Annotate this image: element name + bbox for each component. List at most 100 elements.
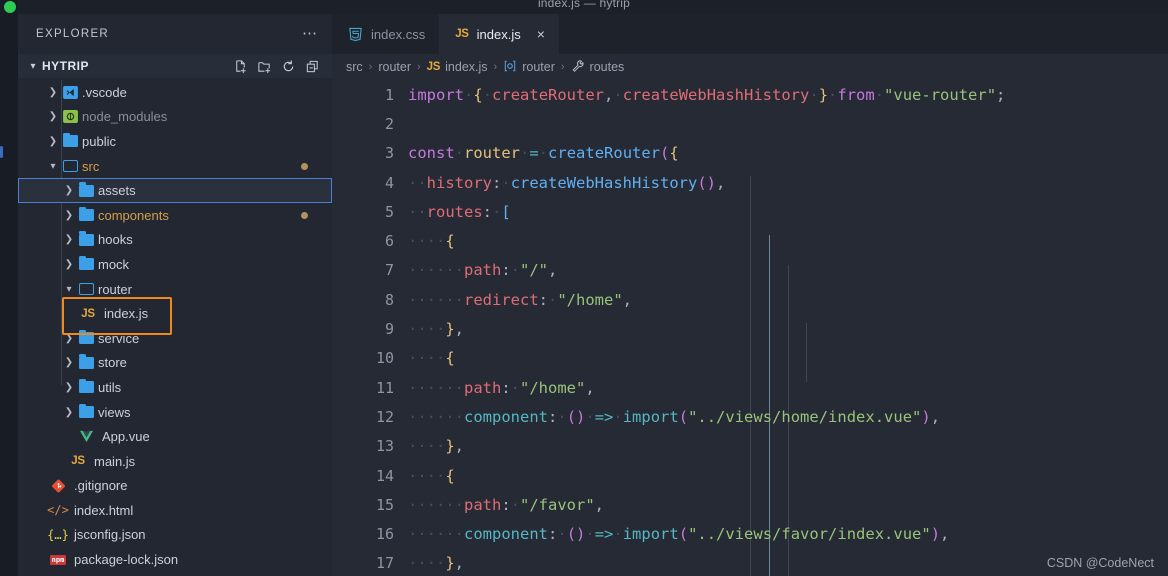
chevron-right-icon: › — [493, 61, 498, 73]
chevron-down-icon[interactable]: ▾ — [46, 161, 60, 172]
chevron-right-icon[interactable]: ❯ — [46, 136, 60, 147]
project-root-row[interactable]: ▾ HYTRIP — [18, 54, 332, 78]
tree-item-mock[interactable]: ❯ mock — [18, 252, 332, 277]
tree-item-service[interactable]: ❯ service — [18, 326, 332, 351]
code-editor[interactable]: 1 import·{·createRouter,·createWebHashHi… — [332, 80, 1168, 576]
tree-item-hooks[interactable]: ❯ hooks — [18, 228, 332, 253]
line-content: ······path:·"/favor", — [408, 495, 605, 514]
code-line: 10 ····{ — [332, 344, 1168, 373]
tree-item-index-js[interactable]: JS index.js — [18, 301, 332, 326]
tree-item-index-html[interactable]: </> index.html — [18, 498, 332, 523]
breadcrumb-item-src[interactable]: src — [346, 60, 363, 74]
chevron-right-icon[interactable]: ❯ — [62, 357, 76, 368]
tree-item-utils[interactable]: ❯ utils — [18, 375, 332, 400]
folder-icon — [76, 255, 96, 271]
chevron-right-icon[interactable]: ❯ — [62, 185, 76, 196]
property-symbol-icon — [571, 59, 585, 76]
tree-item-jsconfig-json[interactable]: {…} jsconfig.json — [18, 523, 332, 548]
chevron-right-icon: › — [368, 61, 373, 73]
editor-area: index.css JS index.js × src › router › J… — [332, 14, 1168, 576]
line-number: 13 — [375, 437, 394, 456]
line-content: ····{ — [408, 466, 455, 485]
tree-item-label: index.html — [74, 502, 134, 518]
chevron-down-icon[interactable]: ▾ — [62, 284, 76, 295]
chevron-down-icon[interactable]: ▾ — [24, 61, 42, 72]
watermark: CSDN @CodeNect — [1046, 556, 1154, 570]
breadcrumb: src › router › JS index.js › router › ro… — [332, 54, 1168, 80]
chevron-right-icon[interactable]: ❯ — [62, 234, 76, 245]
line-number: 14 — [375, 466, 394, 485]
line-number: 3 — [384, 144, 394, 163]
chevron-right-icon[interactable]: ❯ — [62, 333, 76, 344]
tree-item-views[interactable]: ❯ views — [18, 400, 332, 425]
tree-item-gitignore[interactable]: .gitignore — [18, 474, 332, 499]
tree-item-label: .vscode — [82, 84, 127, 100]
breadcrumb-item-index-js[interactable]: JS index.js — [427, 60, 488, 74]
chevron-right-icon[interactable]: ❯ — [46, 87, 60, 98]
tab-index-css[interactable]: index.css — [332, 14, 439, 54]
breadcrumb-item-symbol-routes[interactable]: routes — [571, 59, 625, 76]
activity-bar[interactable] — [0, 0, 18, 576]
line-number: 16 — [375, 525, 394, 544]
tree-item-public[interactable]: ❯ public — [18, 129, 332, 154]
tree-item-label: jsconfig.json — [74, 527, 146, 543]
vue-file-icon — [76, 430, 96, 443]
css-file-icon — [348, 27, 363, 42]
breadcrumb-item-router[interactable]: router — [378, 60, 411, 74]
tree-item-label: views — [98, 404, 131, 420]
tab-index-js[interactable]: JS index.js × — [439, 14, 559, 54]
chevron-right-icon[interactable]: ❯ — [46, 111, 60, 122]
tree-item-node-modules[interactable]: ❯ node_modules — [18, 105, 332, 130]
tree-item-label: components — [98, 207, 169, 223]
variable-symbol-icon — [503, 59, 517, 76]
file-tree[interactable]: ❯ .vscode ❯ node_modules ❯ public ▾ src … — [18, 78, 332, 576]
tree-item-label: store — [98, 355, 127, 371]
code-line: 5 ··routes:·[ — [332, 197, 1168, 226]
line-number: 9 — [384, 320, 394, 339]
tree-item-src[interactable]: ▾ src — [18, 154, 332, 179]
code-line: 8 ······redirect:·"/home", — [332, 285, 1168, 314]
tree-item-components[interactable]: ❯ components — [18, 203, 332, 228]
new-folder-icon[interactable] — [257, 59, 272, 74]
tree-item-store[interactable]: ❯ store — [18, 351, 332, 376]
folder-icon — [60, 132, 80, 148]
line-number: 4 — [384, 173, 394, 192]
tree-item-main-js[interactable]: JS main.js — [18, 449, 332, 474]
folder-icon — [76, 206, 96, 222]
ellipsis-icon[interactable]: ⋯ — [302, 26, 318, 41]
html-file-icon: </> — [47, 503, 69, 518]
chevron-right-icon[interactable]: ❯ — [62, 259, 76, 270]
tree-item-vscode[interactable]: ❯ .vscode — [18, 80, 332, 105]
tree-item-assets[interactable]: ❯ assets — [18, 178, 332, 203]
breadcrumb-item-symbol-router[interactable]: router — [503, 59, 555, 76]
tree-item-app-vue[interactable]: App.vue — [18, 424, 332, 449]
activity-bar-active-indicator — [0, 146, 3, 158]
tree-item-label: App.vue — [102, 429, 150, 445]
js-file-icon: JS — [81, 307, 95, 320]
chevron-right-icon[interactable]: ❯ — [62, 407, 76, 418]
refresh-icon[interactable] — [281, 59, 296, 74]
line-content: ······component:·()·=>·import("../views/… — [408, 407, 941, 426]
tree-item-label: assets — [98, 183, 136, 199]
chevron-right-icon[interactable]: ❯ — [62, 382, 76, 393]
line-content: ······path:·"/", — [408, 261, 558, 280]
chevron-right-icon[interactable]: ❯ — [62, 210, 76, 221]
breadcrumb-label: routes — [589, 60, 625, 74]
tree-item-label: main.js — [94, 453, 136, 469]
tree-item-package-lock-json[interactable]: npm package-lock.json — [18, 547, 332, 572]
modified-indicator — [301, 211, 308, 219]
code-line: 3 const·router·=·createRouter({ — [332, 139, 1168, 168]
line-number: 15 — [375, 495, 394, 514]
new-file-icon[interactable] — [233, 59, 248, 74]
tab-label: index.js — [476, 26, 521, 42]
line-content: ····}, — [408, 320, 465, 339]
close-icon[interactable]: × — [537, 27, 545, 41]
code-line: 13 ····}, — [332, 432, 1168, 461]
tree-item-router[interactable]: ▾ router — [18, 277, 332, 302]
json-file-icon: {…} — [47, 527, 69, 542]
code-line: 17 ····}, — [332, 549, 1168, 576]
folder-icon — [76, 231, 96, 246]
git-file-icon — [48, 479, 68, 493]
project-name: HYTRIP — [42, 59, 90, 73]
collapse-all-icon[interactable] — [305, 59, 320, 74]
